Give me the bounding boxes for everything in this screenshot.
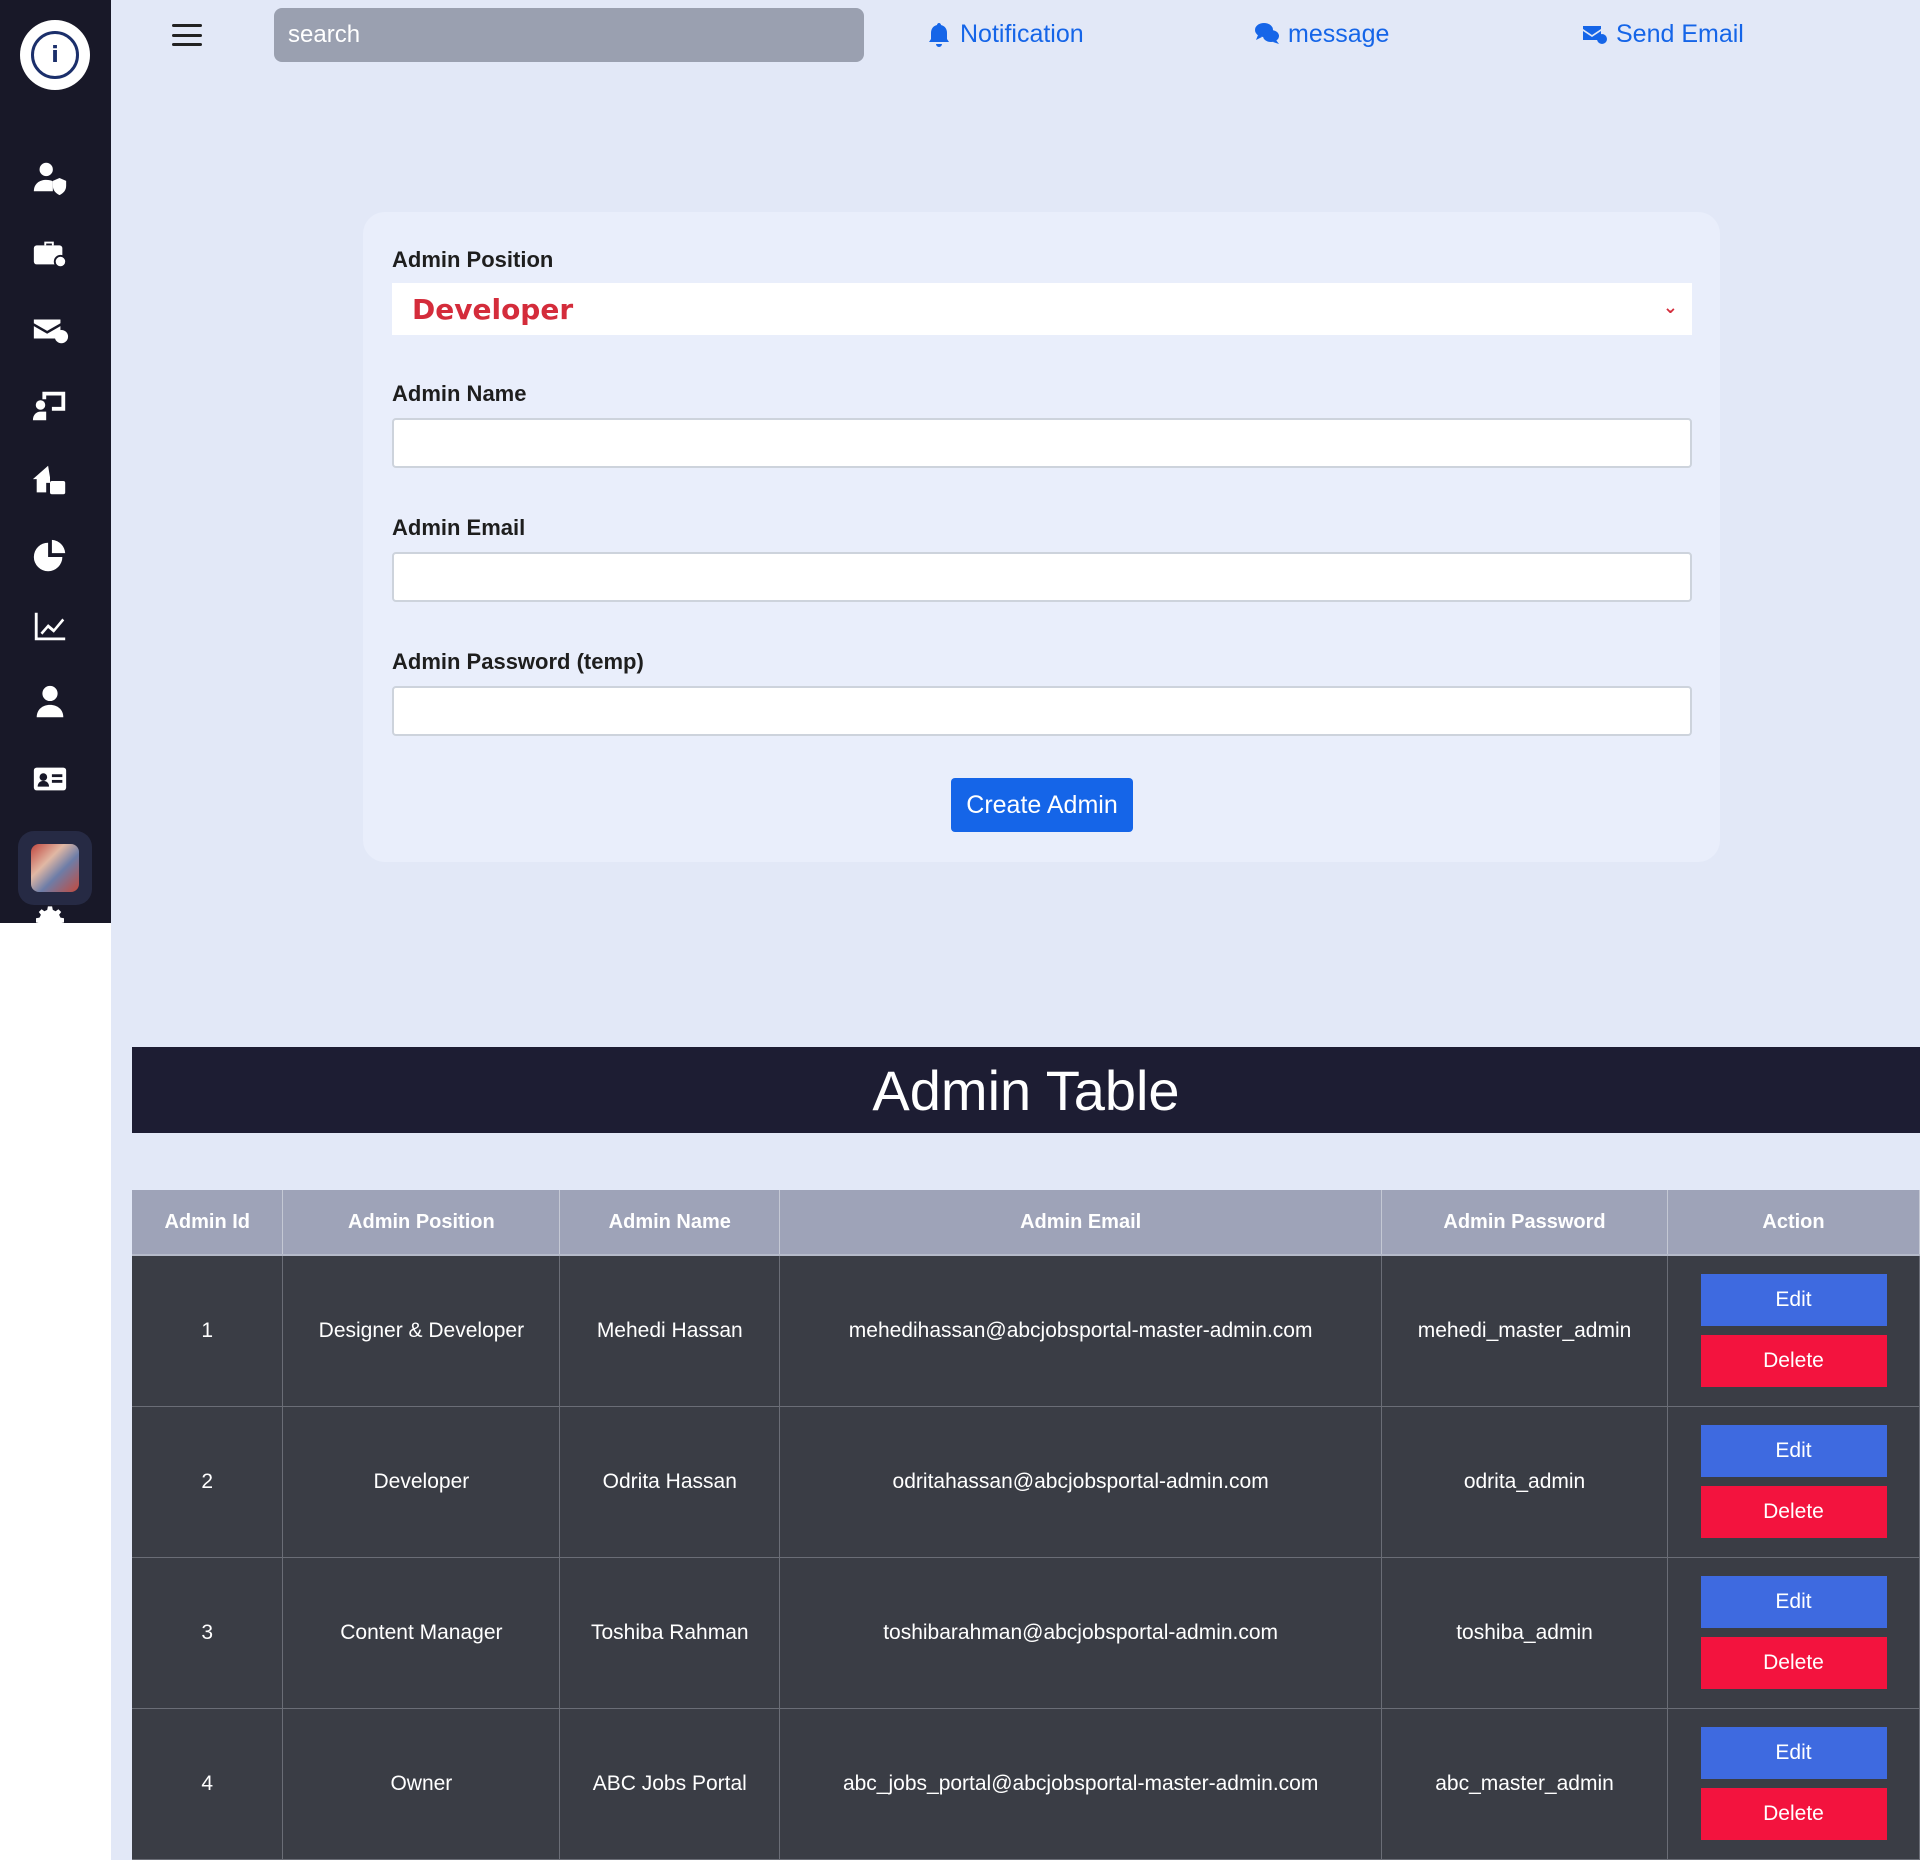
delete-button[interactable]: Delete bbox=[1700, 1637, 1887, 1689]
cell-admin-position: Owner bbox=[282, 1708, 561, 1860]
edit-button[interactable]: Edit bbox=[1700, 1727, 1887, 1779]
house-transfer-icon[interactable] bbox=[28, 459, 72, 503]
table-row: 3 Content Manager Toshiba Rahman toshiba… bbox=[132, 1557, 1920, 1709]
cell-admin-password: odrita_admin bbox=[1381, 1406, 1668, 1558]
sidebar-footer-blank bbox=[0, 923, 111, 1860]
hamburger-menu-icon[interactable] bbox=[170, 20, 204, 50]
send-email-label: Send Email bbox=[1616, 19, 1744, 48]
admin-table-title: Admin Table bbox=[132, 1047, 1920, 1133]
cell-action: Edit Delete bbox=[1667, 1406, 1920, 1558]
cell-admin-id: 4 bbox=[132, 1708, 284, 1860]
chat-bubbles-icon bbox=[1255, 23, 1279, 44]
admin-position-select[interactable]: Developer ⌄ bbox=[392, 283, 1692, 335]
avatar bbox=[31, 844, 79, 892]
header-admin-email: Admin Email bbox=[779, 1190, 1383, 1255]
pie-chart-icon[interactable] bbox=[28, 534, 72, 578]
logo-mark: i bbox=[31, 31, 79, 79]
admin-position-value: Developer bbox=[412, 292, 574, 326]
edit-button[interactable]: Edit bbox=[1700, 1274, 1887, 1327]
cell-admin-position: Content Manager bbox=[282, 1557, 561, 1709]
table-row: 4 Owner ABC Jobs Portal abc_jobs_portal@… bbox=[132, 1708, 1920, 1860]
cell-admin-password: mehedi_master_admin bbox=[1381, 1254, 1668, 1407]
line-chart-icon[interactable] bbox=[28, 605, 72, 649]
mail-check-icon bbox=[1583, 26, 1607, 44]
id-card-icon[interactable] bbox=[28, 757, 72, 801]
cell-admin-name: ABC Jobs Portal bbox=[559, 1708, 781, 1860]
chevron-down-icon: ⌄ bbox=[1662, 297, 1678, 318]
cell-admin-email: mehedihassan@abcjobsportal-master-admin.… bbox=[779, 1254, 1383, 1407]
user-tie-icon[interactable] bbox=[28, 680, 72, 724]
admin-email-label: Admin Email bbox=[392, 515, 526, 540]
admin-password-label: Admin Password (temp) bbox=[392, 649, 644, 674]
delete-button[interactable]: Delete bbox=[1700, 1788, 1887, 1840]
delete-button[interactable]: Delete bbox=[1700, 1486, 1887, 1538]
admin-name-label: Admin Name bbox=[392, 381, 527, 406]
briefcase-icon[interactable] bbox=[28, 231, 72, 275]
message-link[interactable]: message bbox=[1254, 16, 1389, 52]
user-avatar-button[interactable] bbox=[18, 831, 92, 905]
cell-admin-password: toshiba_admin bbox=[1381, 1557, 1668, 1709]
header-action: Action bbox=[1667, 1190, 1920, 1255]
cell-admin-name: Toshiba Rahman bbox=[559, 1557, 781, 1709]
cell-action: Edit Delete bbox=[1667, 1254, 1920, 1407]
mail-check-icon[interactable] bbox=[28, 307, 72, 351]
notification-link[interactable]: Notification bbox=[926, 16, 1084, 52]
cell-action: Edit Delete bbox=[1667, 1557, 1920, 1709]
cell-admin-email: toshibarahman@abcjobsportal-admin.com bbox=[779, 1557, 1383, 1709]
cell-admin-password: abc_master_admin bbox=[1381, 1708, 1668, 1860]
cell-admin-id: 3 bbox=[132, 1557, 284, 1709]
edit-button[interactable]: Edit bbox=[1700, 1425, 1887, 1477]
table-row: 2 Developer Odrita Hassan odritahassan@a… bbox=[132, 1406, 1920, 1558]
admin-email-input[interactable] bbox=[392, 552, 1692, 602]
presentation-icon[interactable] bbox=[28, 383, 72, 427]
delete-button[interactable]: Delete bbox=[1700, 1335, 1887, 1388]
message-label: message bbox=[1288, 19, 1390, 48]
cell-admin-id: 2 bbox=[132, 1406, 284, 1558]
header-admin-name: Admin Name bbox=[559, 1190, 781, 1255]
table-row: 1 Designer & Developer Mehedi Hassan meh… bbox=[132, 1254, 1920, 1407]
header-admin-id: Admin Id bbox=[132, 1190, 284, 1255]
cell-admin-name: Odrita Hassan bbox=[559, 1406, 781, 1558]
send-email-link[interactable]: Send Email bbox=[1582, 16, 1744, 52]
admin-position-label: Admin Position bbox=[392, 247, 554, 272]
cell-admin-position: Designer & Developer bbox=[282, 1254, 561, 1407]
header-admin-position: Admin Position bbox=[282, 1190, 561, 1255]
bell-icon bbox=[929, 23, 949, 47]
cell-admin-email: odritahassan@abcjobsportal-admin.com bbox=[779, 1406, 1383, 1558]
cell-admin-position: Developer bbox=[282, 1406, 561, 1558]
cell-admin-email: abc_jobs_portal@abcjobsportal-master-adm… bbox=[779, 1708, 1383, 1860]
gear-icon[interactable] bbox=[36, 905, 64, 923]
user-shield-icon[interactable] bbox=[28, 156, 72, 200]
table-header-row: Admin Id Admin Position Admin Name Admin… bbox=[132, 1190, 1920, 1255]
admin-table: Admin Id Admin Position Admin Name Admin… bbox=[132, 1190, 1920, 1860]
admin-password-input[interactable] bbox=[392, 686, 1692, 736]
create-admin-button[interactable]: Create Admin bbox=[951, 778, 1133, 832]
edit-button[interactable]: Edit bbox=[1700, 1576, 1887, 1628]
cell-admin-id: 1 bbox=[132, 1254, 284, 1407]
admin-name-input[interactable] bbox=[392, 418, 1692, 468]
cell-action: Edit Delete bbox=[1667, 1708, 1920, 1860]
header-admin-password: Admin Password bbox=[1381, 1190, 1668, 1255]
cell-admin-name: Mehedi Hassan bbox=[559, 1254, 781, 1407]
sidebar: i bbox=[0, 0, 111, 923]
brand-logo[interactable]: i bbox=[20, 20, 90, 90]
search-input[interactable] bbox=[274, 8, 864, 62]
notification-label: Notification bbox=[960, 19, 1084, 48]
